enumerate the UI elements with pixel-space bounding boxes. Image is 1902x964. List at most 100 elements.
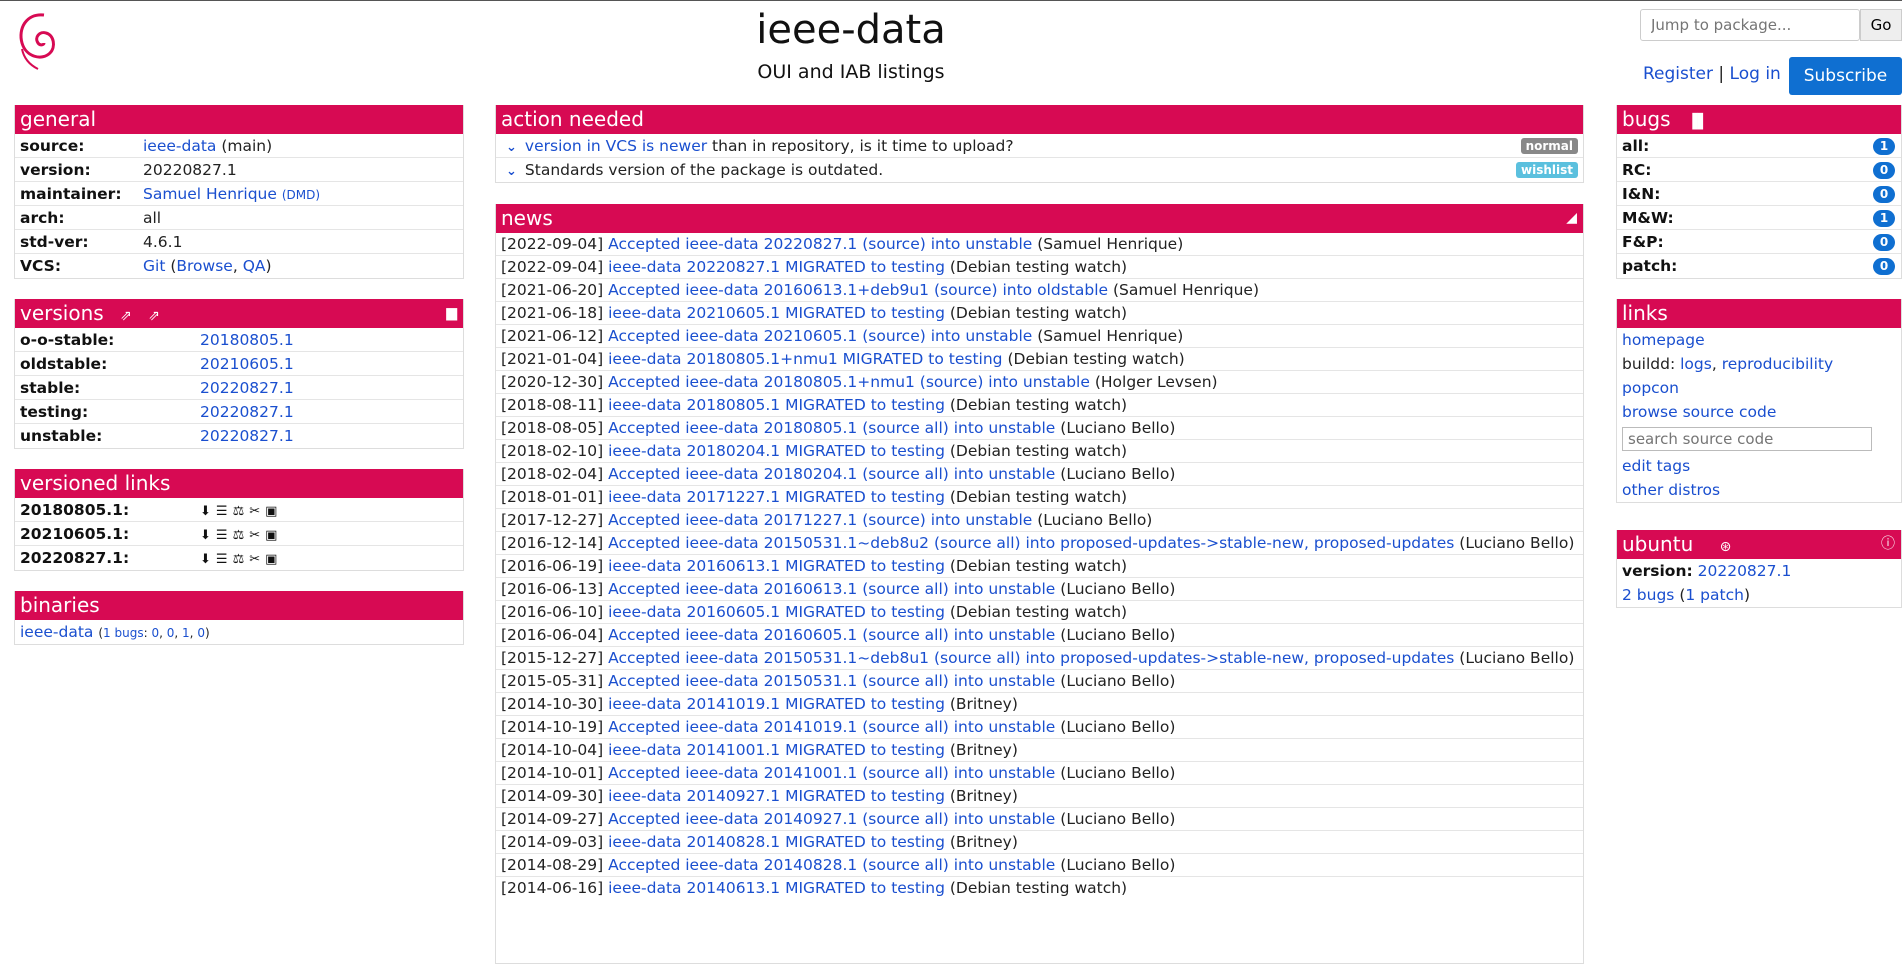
ubuntu-patch-link[interactable]: 1 patch (1685, 586, 1744, 604)
bug-count-row[interactable]: F&P: 0 (1617, 230, 1901, 254)
subscribe-button[interactable]: Subscribe (1789, 57, 1902, 95)
copyright-icon[interactable]: ⚖ (233, 552, 245, 567)
news-link[interactable]: ieee-data 20140828.1 MIGRATED to testing (608, 833, 945, 851)
vcs-newer-link[interactable]: version in VCS is newer (525, 137, 707, 155)
buildd-logs-link[interactable]: logs (1680, 355, 1712, 373)
register-link[interactable]: Register (1643, 64, 1713, 84)
go-button[interactable]: Go (1860, 9, 1902, 41)
source-link[interactable]: ieee-data (143, 137, 216, 155)
edit-tags-link[interactable]: edit tags (1622, 457, 1690, 475)
version-link[interactable]: 20210605.1 (200, 355, 294, 373)
news-link[interactable]: ieee-data 20220827.1 MIGRATED to testing (608, 258, 945, 276)
external-link-icon[interactable]: ⇗ (120, 302, 132, 331)
bug-count-badge[interactable]: 0 (1873, 258, 1895, 275)
version-link[interactable]: 20220827.1 (200, 403, 294, 421)
binary-bug-count[interactable]: 0 (167, 626, 175, 640)
news-link[interactable]: ieee-data 20171227.1 MIGRATED to testing (608, 488, 945, 506)
news-link[interactable]: Accepted ieee-data 20171227.1 (source) i… (608, 511, 1032, 529)
binary-link[interactable]: ieee-data (20, 623, 93, 641)
news-link[interactable]: Accepted ieee-data 20150531.1~deb8u1 (so… (608, 649, 1454, 667)
binary-bug-count[interactable]: 1 (182, 626, 190, 640)
news-link[interactable]: ieee-data 20160613.1 MIGRATED to testing (608, 557, 945, 575)
jump-to-package-input[interactable] (1640, 9, 1860, 41)
bug-count-badge[interactable]: 1 (1873, 138, 1895, 155)
bug-count-row[interactable]: I&N: 0 (1617, 182, 1901, 206)
rules-icon[interactable]: ✂ (249, 552, 260, 567)
news-link[interactable]: Accepted ieee-data 20150531.1~deb8u2 (so… (608, 534, 1454, 552)
changelog-icon[interactable]: ☰ (216, 528, 228, 543)
news-link[interactable]: Accepted ieee-data 20150531.1 (source al… (608, 672, 1055, 690)
browse-source-link[interactable]: browse source code (1622, 403, 1776, 421)
vcs-qa-link[interactable]: QA (243, 257, 266, 275)
rules-icon[interactable]: ✂ (249, 504, 260, 519)
rules-icon[interactable]: ✂ (249, 528, 260, 543)
chevron-down-icon[interactable]: ⌄ (506, 140, 517, 155)
ubuntu-version-link[interactable]: 20220827.1 (1698, 562, 1792, 580)
news-link[interactable]: Accepted ieee-data 20220827.1 (source) i… (608, 235, 1032, 253)
news-link[interactable]: Accepted ieee-data 20140828.1 (source al… (608, 856, 1055, 874)
news-link[interactable]: Accepted ieee-data 20141001.1 (source al… (608, 764, 1055, 782)
patches-icon[interactable]: ▣ (265, 552, 277, 567)
news-link[interactable]: ieee-data 20210605.1 MIGRATED to testing (608, 304, 945, 322)
dmd-link[interactable]: (DMD) (282, 188, 320, 202)
copyright-icon[interactable]: ⚖ (233, 528, 245, 543)
info-icon[interactable]: ⓘ (1881, 530, 1895, 559)
news-link[interactable]: Accepted ieee-data 20210605.1 (source) i… (608, 327, 1032, 345)
news-link[interactable]: ieee-data 20140927.1 MIGRATED to testing (608, 787, 945, 805)
external-link-icon[interactable]: ⇗ (148, 302, 160, 331)
chevron-down-icon[interactable]: ⌄ (506, 164, 517, 179)
news-link[interactable]: Accepted ieee-data 20180805.1 (source al… (608, 419, 1055, 437)
bug-count-badge[interactable]: 1 (1873, 210, 1895, 227)
bug-count-badge[interactable]: 0 (1873, 162, 1895, 179)
bar-chart-icon[interactable]: ▐▌ (1687, 108, 1709, 137)
ubuntu-bugs-link[interactable]: 2 bugs (1622, 586, 1674, 604)
news-link[interactable]: Accepted ieee-data 20141019.1 (source al… (608, 718, 1055, 736)
version-link[interactable]: 20220827.1 (200, 427, 294, 445)
news-link[interactable]: Accepted ieee-data 20160613.1+deb9u1 (so… (608, 281, 1108, 299)
bug-count-row[interactable]: all: 1 (1617, 134, 1901, 158)
news-link[interactable]: Accepted ieee-data 20180805.1+nmu1 (sour… (608, 373, 1090, 391)
bug-count-row[interactable]: patch: 0 (1617, 254, 1901, 278)
maintainer-link[interactable]: Samuel Henrique (143, 185, 277, 203)
news-link[interactable]: Accepted ieee-data 20180204.1 (source al… (608, 465, 1055, 483)
copyright-icon[interactable]: ⚖ (233, 504, 245, 519)
download-icon[interactable]: ⬇ (200, 504, 211, 519)
changelog-icon[interactable]: ☰ (216, 552, 228, 567)
version-link[interactable]: 20220827.1 (200, 379, 294, 397)
patches-icon[interactable]: ▣ (265, 504, 277, 519)
news-link[interactable]: ieee-data 20141019.1 MIGRATED to testing (608, 695, 945, 713)
folder-icon[interactable]: ▆ (446, 299, 457, 328)
binary-bugs-link[interactable]: 1 bugs (103, 626, 144, 640)
patches-icon[interactable]: ▣ (265, 528, 277, 543)
homepage-link[interactable]: homepage (1622, 331, 1705, 349)
reproducibility-link[interactable]: reproducibility (1722, 355, 1833, 373)
news-link[interactable]: ieee-data 20140613.1 MIGRATED to testing (608, 879, 945, 897)
rss-icon[interactable]: ◢ (1566, 204, 1577, 233)
news-link[interactable]: ieee-data 20180805.1 MIGRATED to testing (608, 396, 945, 414)
other-distros-link[interactable]: other distros (1622, 481, 1720, 499)
action-item[interactable]: ⌄ Standards version of the package is out… (496, 158, 1583, 182)
news-link[interactable]: Accepted ieee-data 20160605.1 (source al… (608, 626, 1055, 644)
popcon-link[interactable]: popcon (1622, 379, 1679, 397)
vcs-git-link[interactable]: Git (143, 257, 165, 275)
bug-count-badge[interactable]: 0 (1873, 234, 1895, 251)
binary-bug-count[interactable]: 0 (151, 626, 159, 640)
vcs-browse-link[interactable]: Browse (176, 257, 232, 275)
search-source-input[interactable] (1622, 427, 1872, 451)
bug-count-row[interactable]: RC: 0 (1617, 158, 1901, 182)
action-item[interactable]: ⌄ version in VCS is newer than in reposit… (496, 134, 1583, 158)
news-link[interactable]: Accepted ieee-data 20140927.1 (source al… (608, 810, 1055, 828)
news-link[interactable]: ieee-data 20180204.1 MIGRATED to testing (608, 442, 945, 460)
login-link[interactable]: Log in (1730, 64, 1781, 84)
version-link[interactable]: 20180805.1 (200, 331, 294, 349)
news-link[interactable]: ieee-data 20180805.1+nmu1 MIGRATED to te… (608, 350, 1002, 368)
news-link[interactable]: Accepted ieee-data 20160613.1 (source al… (608, 580, 1055, 598)
bug-count-badge[interactable]: 0 (1873, 186, 1895, 203)
binary-bug-count[interactable]: 0 (197, 626, 205, 640)
news-link[interactable]: ieee-data 20160605.1 MIGRATED to testing (608, 603, 945, 621)
news-link[interactable]: ieee-data 20141001.1 MIGRATED to testing (608, 741, 945, 759)
changelog-icon[interactable]: ☰ (216, 504, 228, 519)
download-icon[interactable]: ⬇ (200, 528, 211, 543)
bug-count-row[interactable]: M&W: 1 (1617, 206, 1901, 230)
download-icon[interactable]: ⬇ (200, 552, 211, 567)
